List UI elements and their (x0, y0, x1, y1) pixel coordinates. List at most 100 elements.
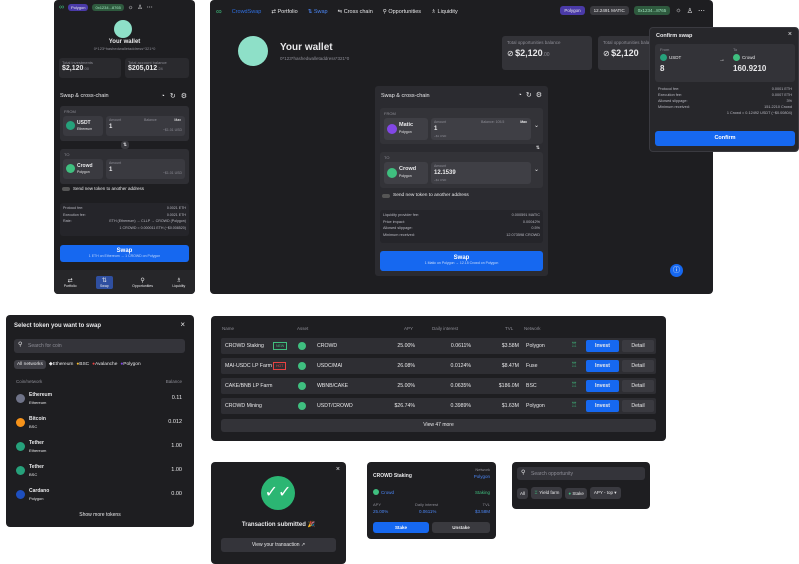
stake-icon: ● (568, 490, 572, 496)
network-button[interactable]: Polygon (68, 4, 89, 11)
view-more-button[interactable]: View 47 more (221, 419, 656, 432)
from-amount-field[interactable]: Amount Balance Max 1 ~$1.01 USD (106, 116, 185, 136)
max-button[interactable]: Max (174, 118, 181, 122)
bottom-nav-liquidity[interactable]: ♗ Liquidity (172, 277, 185, 288)
coin-search-input[interactable]: ⚲ Search for coin (14, 339, 185, 353)
from-token-select[interactable]: USDT Ethereum (63, 116, 103, 136)
account-button[interactable]: 0x1234...8765 (92, 4, 124, 11)
nav-opportunities[interactable]: ⚲ Opportunities (383, 9, 421, 15)
swap-direction-button[interactable]: ⇅ (121, 141, 129, 149)
detail-label: Protocol fee: (658, 87, 680, 91)
close-icon[interactable]: × (788, 31, 792, 38)
close-icon[interactable]: × (336, 466, 340, 473)
detail-button[interactable]: Detail (622, 380, 654, 392)
detail-button[interactable]: Detail (622, 360, 654, 372)
filter-polygon[interactable]: ●Polygon (120, 362, 140, 367)
detail-button[interactable]: Detail (622, 340, 654, 352)
settings-icon[interactable]: ⚙ (536, 91, 542, 99)
from-amount-field[interactable]: Amount Balance: 105.5 Max 1 ~$1 USD (431, 118, 531, 140)
more-icon[interactable]: ⋯ (147, 4, 153, 11)
invest-button[interactable]: Invest (586, 340, 619, 352)
nav-portfolio[interactable]: ⇄ Portfolio (271, 9, 297, 15)
info-fab[interactable]: ⓘ (670, 264, 683, 277)
bottom-nav-swap[interactable]: ⇅ Swap (95, 275, 113, 289)
stake-card: CROWD Staking Network Polygon Crowd Stak… (367, 462, 496, 539)
opp-name: CAKE/BNB LP Farm (225, 383, 273, 389)
detail-row: Execution fee: 0.0007 ETH (658, 93, 792, 97)
detail-label: Liquidity provider fee: (383, 213, 420, 217)
token-row[interactable]: Ethereum Ethereum 0.11 (16, 389, 184, 409)
asset-icon (298, 362, 306, 370)
show-more-tokens[interactable]: Show more tokens (6, 512, 194, 518)
token-network: Ethereum (29, 400, 47, 405)
chevron-down-icon[interactable]: ⌄ (534, 166, 539, 173)
toggle-switch[interactable] (62, 186, 70, 191)
token-row[interactable]: Cardano Polygon 0.00 (16, 485, 184, 505)
to-token-select[interactable]: Crowd Polygon (63, 159, 103, 179)
bottom-nav-opportunities[interactable]: ⚲ Opportunities (132, 277, 153, 288)
detail-row: Minimum received: 12.073598 CROWD (383, 233, 540, 237)
account-button[interactable]: 0x1234...8765 (633, 6, 671, 15)
to-amount-field[interactable]: Amount 1 ~$1.01 USD (106, 159, 185, 179)
nav-swap[interactable]: ⇅ Swap (308, 9, 328, 15)
theme-icon[interactable]: ☼ (128, 5, 134, 11)
filter-ethereum[interactable]: ◆Ethereum (49, 362, 74, 367)
invest-button[interactable]: Invest (586, 400, 619, 412)
send-toggle-row[interactable]: Send new token to another address (382, 193, 469, 198)
toggle-switch[interactable] (382, 193, 390, 198)
unstake-button[interactable]: Unstake (432, 522, 490, 533)
token-row[interactable]: Bitcoin BSC 0.012 (16, 413, 184, 433)
close-icon[interactable]: × (180, 320, 185, 329)
filter-bsc[interactable]: ●BSC (76, 362, 89, 367)
chip-all[interactable]: All (517, 487, 529, 499)
send-toggle-row[interactable]: Send new token to another address (62, 186, 144, 191)
network-button[interactable]: Polygon (560, 6, 585, 15)
nav-cross-chain[interactable]: ⇋ Cross chain (338, 9, 373, 15)
settings-icon[interactable]: ⚙ (181, 92, 187, 100)
refresh-icon[interactable]: ◔ (161, 93, 165, 100)
to-token-select[interactable]: Crowd Polygon (384, 162, 428, 184)
logo-icon: ∞ (59, 4, 64, 11)
bottom-nav-portfolio[interactable]: ⇄ Portfolio (64, 277, 77, 288)
swap-direction-button[interactable]: ⇅ (536, 145, 540, 151)
theme-icon[interactable]: ☼ (675, 7, 681, 14)
more-icon[interactable]: ⋯ (698, 7, 705, 15)
desktop-swap-button[interactable]: Swap 1 Matic on Polygon → 12.15 Crowd on… (380, 251, 543, 271)
nav-liquidity[interactable]: ♗ Liquidity (431, 9, 458, 15)
filter-all[interactable]: All networks (14, 360, 46, 369)
invest-button[interactable]: Invest (586, 380, 619, 392)
detail-value: 1 CROWD = 0.000011 ETH (~$0.008520) (119, 225, 186, 230)
history-icon[interactable]: ↻ (526, 91, 532, 99)
token-row[interactable]: Tether BSC 1.00 (16, 461, 184, 481)
from-token-select[interactable]: Matic Polygon (384, 118, 428, 140)
hidden-icon[interactable]: ⊘ (507, 49, 514, 58)
hidden-icon[interactable]: ⊘ (603, 49, 610, 58)
stake-button[interactable]: Stake (373, 522, 429, 533)
detail-row: 1 CROWD = 0.000011 ETH (~$0.008520) (63, 226, 186, 230)
sort-select[interactable]: APY - top ▾ (589, 487, 621, 499)
invest-button[interactable]: Invest (586, 360, 619, 372)
user-icon[interactable]: ♙ (137, 4, 142, 11)
filter-avalanche[interactable]: ●Avalanche (92, 362, 117, 367)
chip-stake[interactable]: ● Stake (565, 487, 587, 499)
opp-tvl: $186.0M (498, 383, 519, 389)
token-balance: 1.00 (171, 467, 182, 473)
to-amount-field[interactable]: Amount 12.1539 ~$1 USD (431, 162, 531, 184)
confirm-button[interactable]: Confirm (655, 131, 795, 146)
mobile-swap-button[interactable]: Swap 1 ETH on Ethereum → 1 CROWD on Poly… (60, 245, 189, 262)
view-transaction-button[interactable]: View your transaction ↗ (221, 538, 336, 552)
refresh-icon[interactable]: ◔ (518, 92, 522, 99)
chevron-down-icon[interactable]: ⌄ (534, 122, 539, 129)
desktop-header: ∞ CrowdSwap ⇄ Portfolio ⇅ Swap ⇋ Cross c… (216, 7, 458, 16)
user-icon[interactable]: ♙ (687, 7, 693, 15)
max-button[interactable]: Max (520, 120, 527, 124)
history-icon[interactable]: ↻ (170, 92, 176, 100)
opportunity-search-input[interactable]: ⚲ Search opportunity (517, 467, 645, 480)
desktop-details: Liquidity provider fee: 0.000591 MATIC Pri… (380, 210, 543, 243)
opp-daily: 0.0635% (450, 383, 471, 389)
chip-yield-farm[interactable]: ♖ Yield farm (531, 487, 563, 499)
detail-button[interactable]: Detail (622, 400, 654, 412)
crowd-icon (387, 168, 397, 178)
opp-type-icon: ♖ (571, 342, 578, 349)
token-row[interactable]: Tether Ethereum 1.00 (16, 437, 184, 457)
